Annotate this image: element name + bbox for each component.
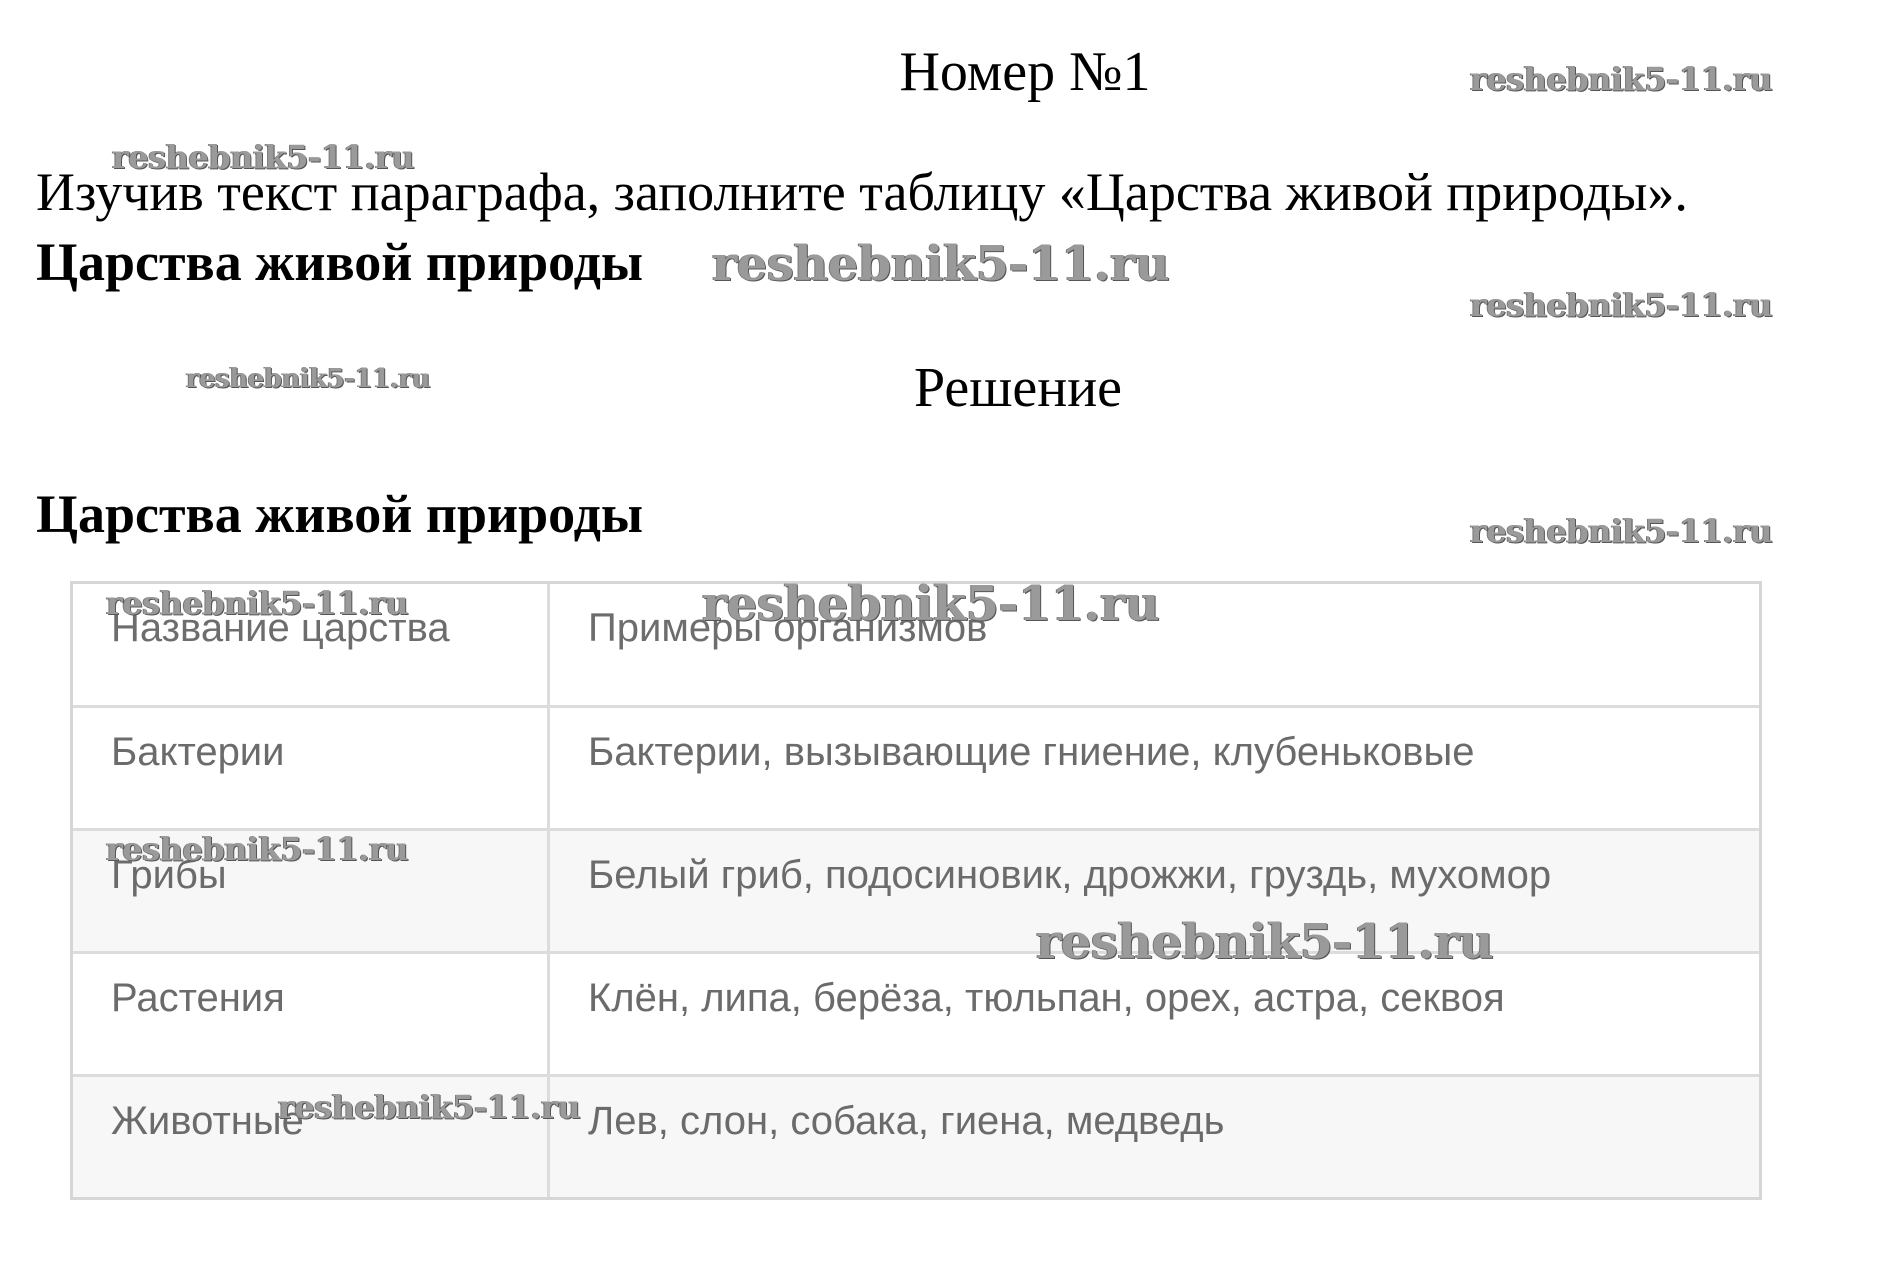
examples-cell: Бактерии, вызывающие гниение, клубеньков… bbox=[588, 730, 1475, 774]
watermark: reshebnik5-11.ru bbox=[712, 236, 1170, 292]
table-row: Бактерии Бактерии, вызывающие гниение, к… bbox=[73, 705, 1759, 828]
watermark: reshebnik5-11.ru bbox=[1036, 914, 1494, 970]
examples-cell: Клён, липа, берёза, тюльпан, орех, астра… bbox=[588, 976, 1505, 1020]
watermark: reshebnik5-11.ru bbox=[1470, 60, 1773, 98]
watermark: reshebnik5-11.ru bbox=[186, 364, 431, 394]
watermark: reshebnik5-11.ru bbox=[1470, 512, 1773, 550]
watermark: reshebnik5-11.ru bbox=[112, 138, 415, 176]
kingdom-name-cell: Растения bbox=[73, 954, 550, 1074]
watermark: reshebnik5-11.ru bbox=[1470, 286, 1773, 324]
table-row: Растения Клён, липа, берёза, тюльпан, ор… bbox=[73, 951, 1759, 1074]
task-heading: Царства живой природы bbox=[36, 232, 644, 292]
watermark: reshebnik5-11.ru bbox=[106, 584, 409, 622]
watermark: reshebnik5-11.ru bbox=[106, 830, 409, 868]
watermark: reshebnik5-11.ru bbox=[702, 576, 1160, 632]
examples-cell: Лев, слон, собака, гиена, медведь bbox=[588, 1099, 1225, 1143]
solution-heading: Царства живой природы bbox=[36, 484, 644, 544]
kingdom-name-cell: Бактерии bbox=[73, 708, 550, 828]
watermark: reshebnik5-11.ru bbox=[278, 1088, 581, 1126]
